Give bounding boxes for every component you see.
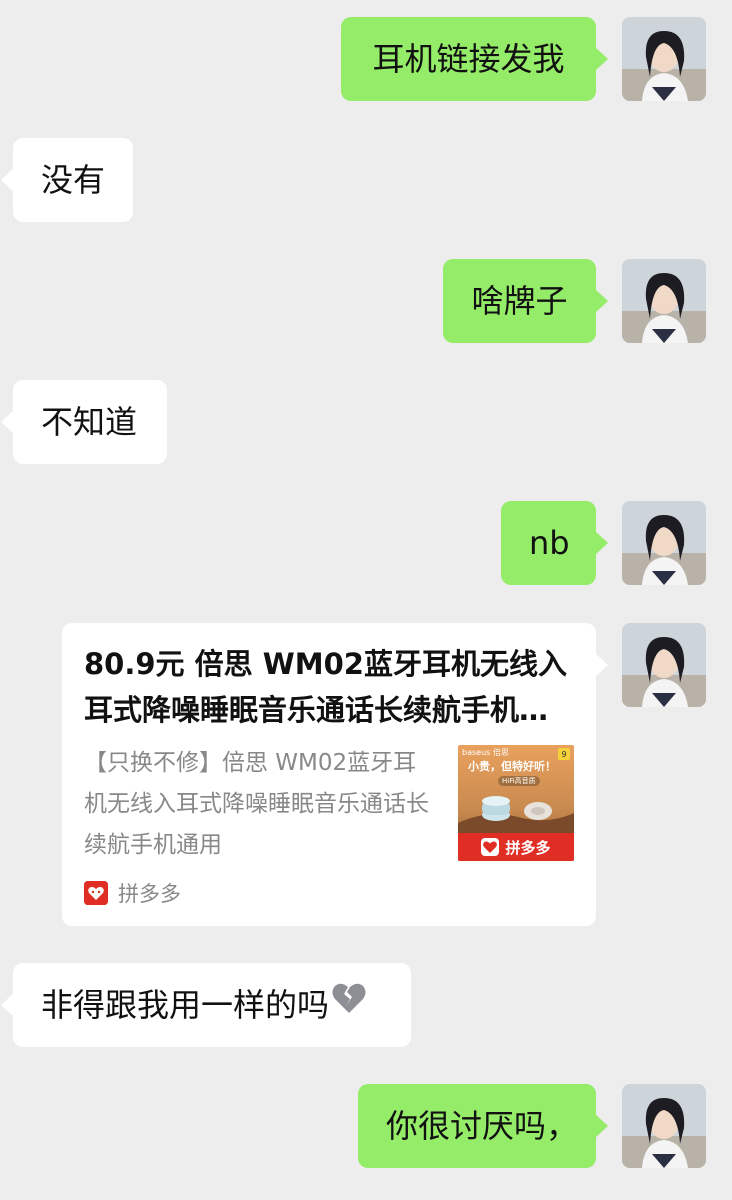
avatar[interactable] [622, 17, 706, 101]
avatar[interactable] [622, 1084, 706, 1168]
message-bubble-incoming[interactable]: 非得跟我用一样的吗 [1, 962, 411, 1047]
thumbnail-tag: HiFi高音质 [498, 776, 540, 786]
link-card-thumbnail: 9 baseus 倍思 小贵，但特好听！ HiFi高音质 拼多多 [458, 745, 574, 861]
thumbnail-slogan: 小贵，但特好听！ [468, 760, 556, 773]
link-card-description: 【只换不修】倍思 WM02蓝牙耳机无线入耳式降噪睡眠音乐通话长续航手机通用 [84, 750, 429, 858]
link-card-source: 拼多多 [118, 882, 181, 906]
svg-text:9: 9 [561, 750, 566, 759]
message-bubble-outgoing[interactable]: 耳机链接发我 [341, 17, 608, 101]
message-bubble-outgoing[interactable]: 你很讨厌吗， [358, 1084, 608, 1168]
message-text: 非得跟我用一样的吗 [41, 986, 330, 1024]
pinduoduo-logo-icon [481, 838, 500, 856]
thumbnail-badge: 拼多多 [458, 833, 574, 861]
message-bubble-outgoing[interactable]: 啥牌子 [443, 259, 608, 343]
avatar[interactable] [622, 501, 706, 585]
broken-heart-icon [331, 962, 367, 1046]
pinduoduo-logo-icon [84, 881, 108, 905]
avatar[interactable] [622, 623, 706, 707]
thumbnail-brand: baseus 倍思 [462, 748, 509, 757]
link-card-footer: 拼多多 [84, 878, 181, 908]
avatar[interactable] [622, 259, 706, 343]
message-bubble-outgoing[interactable]: nb [501, 501, 608, 585]
link-card[interactable]: 80.9元 倍思 WM02蓝牙耳机无线入耳式降噪睡眠音乐通话长续航手机通用 【只… [62, 623, 608, 926]
message-bubble-incoming[interactable]: 没有 [1, 138, 133, 222]
message-bubble-incoming[interactable]: 不知道 [1, 380, 167, 464]
link-card-title: 80.9元 倍思 WM02蓝牙耳机无线入耳式降噪睡眠音乐通话长续航手机通用 [84, 647, 567, 727]
